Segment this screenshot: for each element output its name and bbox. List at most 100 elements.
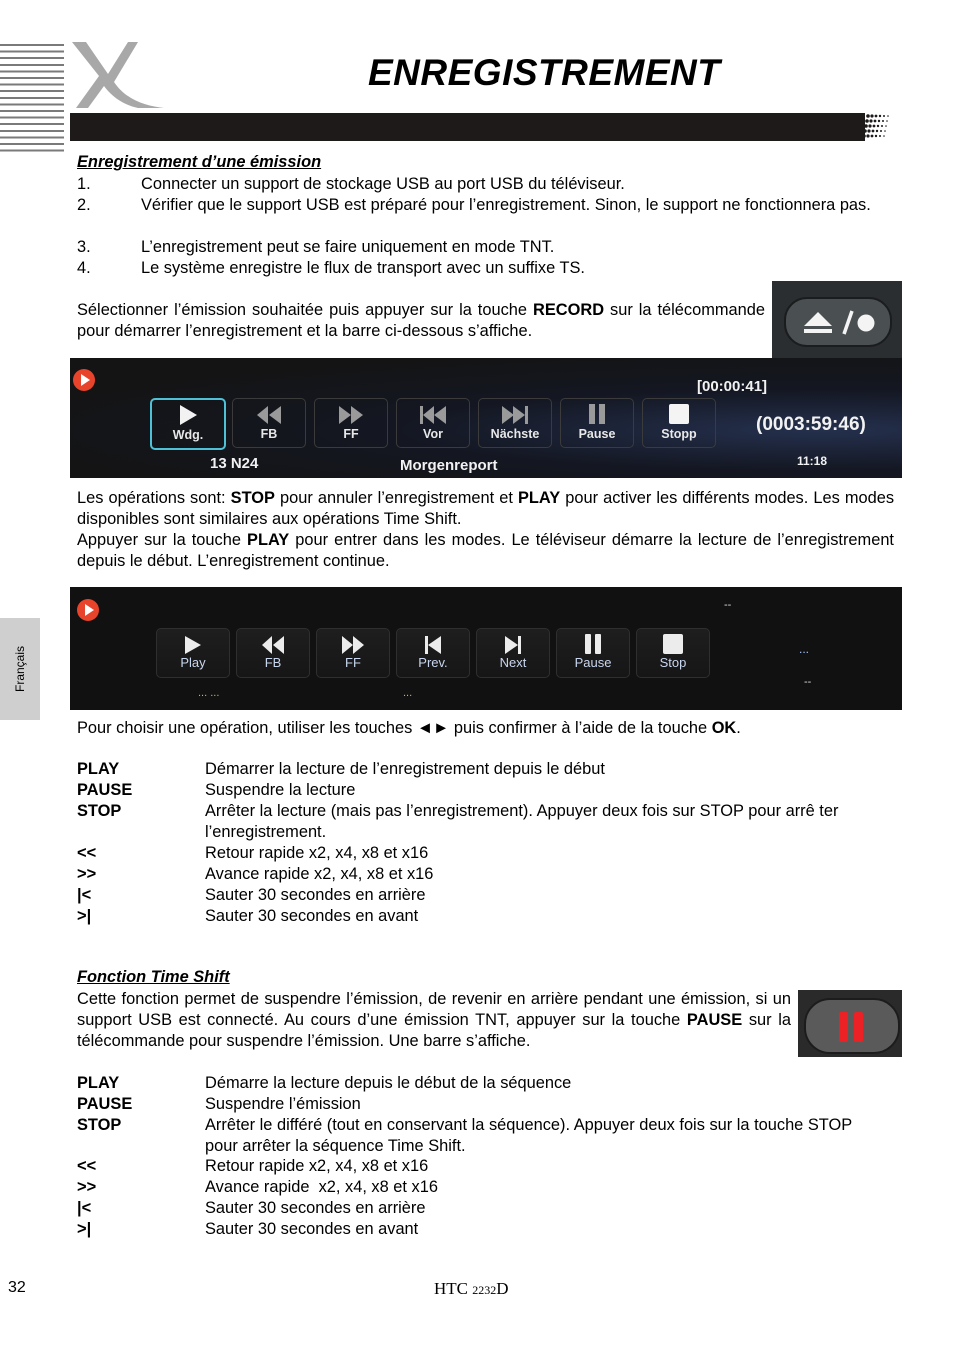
- time-shift-paragraph: Cette fonction permet de suspendre l’émi…: [77, 989, 791, 1051]
- page-title: ENREGISTREMENT: [368, 52, 721, 93]
- clock: 11:18: [797, 454, 828, 468]
- button-label: FB: [264, 655, 282, 670]
- operation-key: >>: [77, 865, 97, 883]
- osd-button-pause[interactable]: Pause: [556, 628, 630, 678]
- osd-button-skip-forward[interactable]: Nächste: [478, 398, 552, 448]
- operation-key: <<: [77, 844, 97, 862]
- text: pour annuler l’enregistrement et: [274, 489, 518, 507]
- text: .: [736, 719, 741, 737]
- placeholder-clock: --: [804, 676, 812, 688]
- program-name: Morgenreport: [400, 457, 498, 474]
- channel-name: 13 N24: [210, 455, 259, 472]
- list-item: 3. L’enregistrement peut se faire unique…: [77, 237, 894, 258]
- operation-description: Avance rapide x2, x4, x8 et x16: [205, 865, 434, 883]
- fast-forward-icon: [342, 636, 364, 654]
- operation-description: Démarrer la lecture de l’enregistrement …: [205, 760, 605, 778]
- operation-row: |< Sauter 30 secondes en arrière: [77, 1198, 897, 1219]
- decorative-stripes: [0, 44, 64, 156]
- operation-row: PLAY Démarrer la lecture de l’enregistrem…: [77, 759, 897, 780]
- operation-key: |<: [77, 1199, 92, 1217]
- placeholder-elapsed: --: [724, 599, 732, 611]
- model-prefix: HTC: [434, 1279, 473, 1298]
- operation-row: >> Avance rapide x2, x4, x8 et x16: [77, 1177, 897, 1198]
- list-item: 2. Vérifier que le support USB est prépa…: [77, 195, 894, 216]
- osd-button-fast-forward[interactable]: FF: [316, 628, 390, 678]
- header-bar: [70, 113, 865, 141]
- osd-button-fast-forward[interactable]: FF: [314, 398, 388, 448]
- pause-key-label: PAUSE: [686, 1010, 743, 1029]
- record-indicator-icon: [73, 369, 95, 391]
- fast-forward-icon: [339, 406, 363, 424]
- eject-record-button-icon: [772, 281, 902, 358]
- play-icon: [180, 405, 197, 425]
- button-label: Next: [499, 655, 527, 670]
- operation-row: STOP Arrêter la lecture (mais pas l’enreg…: [77, 801, 897, 843]
- placeholder-program: ...: [403, 687, 413, 699]
- list-text: L’enregistrement peut se faire uniquemen…: [141, 238, 555, 256]
- ok-key-label: OK: [711, 719, 737, 737]
- osd-button-skip-back[interactable]: Vor: [396, 398, 470, 448]
- rewind-icon: [257, 406, 281, 424]
- remaining-time: (0003:59:46): [756, 414, 866, 435]
- operation-key: >>: [77, 1178, 97, 1196]
- operation-row: PAUSE Suspendre l’émission: [77, 1094, 897, 1115]
- osd-button-play[interactable]: Wdg.: [150, 398, 226, 450]
- section-heading-recording: Enregistrement d’une émission: [77, 153, 322, 171]
- list-number: 1.: [77, 175, 91, 193]
- operation-description: Suspendre la lecture: [205, 781, 356, 799]
- button-label: Play: [180, 655, 206, 670]
- osd-button-pause[interactable]: Pause: [560, 398, 634, 448]
- skip-forward-icon: [505, 636, 521, 654]
- text: Appuyer sur la touche: [77, 531, 248, 549]
- operation-description: Démarre la lecture depuis le début de la…: [205, 1074, 572, 1092]
- operation-key: |<: [77, 886, 92, 904]
- button-label: Pause: [574, 655, 612, 670]
- operation-row: PLAY Démarre la lecture depuis le début d…: [77, 1073, 897, 1094]
- operations-paragraph: Les opérations sont: STOP pour annuler l…: [77, 488, 894, 530]
- halftone-dots-decoration: [858, 113, 889, 141]
- list-text: Le système enregistre le flux de transpo…: [141, 259, 585, 277]
- record-key-label: RECORD: [533, 301, 605, 319]
- choose-operation-paragraph: Pour choisir une opération, utiliser les…: [77, 718, 894, 739]
- list-text: Connecter un support de stockage USB au …: [141, 175, 625, 193]
- section-heading-time-shift: Fonction Time Shift: [77, 968, 230, 986]
- operation-key: PAUSE: [77, 781, 133, 799]
- operation-key: STOP: [77, 1116, 122, 1134]
- operation-description: Sauter 30 secondes en arrière: [205, 886, 426, 904]
- operation-key: <<: [77, 1157, 97, 1175]
- osd-button-stop[interactable]: Stopp: [642, 398, 716, 448]
- skip-back-icon: [420, 406, 446, 424]
- model-number: 2232: [472, 1283, 497, 1297]
- stop-icon: [663, 634, 683, 654]
- operation-row: PAUSE Suspendre la lecture: [77, 780, 897, 801]
- operation-description: Suspendre l’émission: [205, 1095, 361, 1113]
- pause-icon: [589, 404, 605, 424]
- playback-osd-bar: Play FB FF Prev. Next Pause Stop ... ...…: [70, 587, 902, 710]
- play-key-label: PLAY: [517, 489, 561, 507]
- model-suffix: D: [496, 1279, 509, 1298]
- operation-row: >| Sauter 30 secondes en avant: [77, 906, 897, 927]
- osd-button-previous[interactable]: Prev.: [396, 628, 470, 678]
- operation-description: Avance rapide x2, x4, x8 et x16: [205, 1178, 438, 1196]
- operation-key: PLAY: [77, 1074, 120, 1092]
- text: Pour choisir une opération, utiliser les…: [77, 719, 712, 737]
- button-label: FB: [260, 427, 278, 441]
- button-label: Vor: [423, 427, 443, 441]
- elapsed-time: [00:00:41]: [697, 378, 768, 395]
- osd-button-next[interactable]: Next: [476, 628, 550, 678]
- playback-indicator-icon: [77, 599, 99, 621]
- osd-button-play[interactable]: Play: [156, 628, 230, 678]
- osd-button-rewind[interactable]: FB: [232, 398, 306, 448]
- stop-icon: [669, 404, 689, 424]
- operation-description: Retour rapide x2, x4, x8 et x16: [205, 844, 429, 862]
- modes-paragraph: Appuyer sur la touche PLAY pour entrer d…: [77, 530, 894, 572]
- recording-osd-bar: Wdg. FB FF Vor Nächste Pause Stopp 13 N2…: [70, 358, 902, 478]
- button-label: FF: [345, 655, 361, 670]
- button-label: Stopp: [661, 427, 697, 441]
- record-paragraph: Sélectionner l’émission souhaitée puis a…: [77, 300, 765, 342]
- osd-button-stop[interactable]: Stop: [636, 628, 710, 678]
- stop-key-label: STOP: [230, 489, 275, 507]
- text: Cette fonction permet de suspendre l’émi…: [77, 990, 791, 1029]
- pause-button-icon: [798, 990, 902, 1057]
- osd-button-rewind[interactable]: FB: [236, 628, 310, 678]
